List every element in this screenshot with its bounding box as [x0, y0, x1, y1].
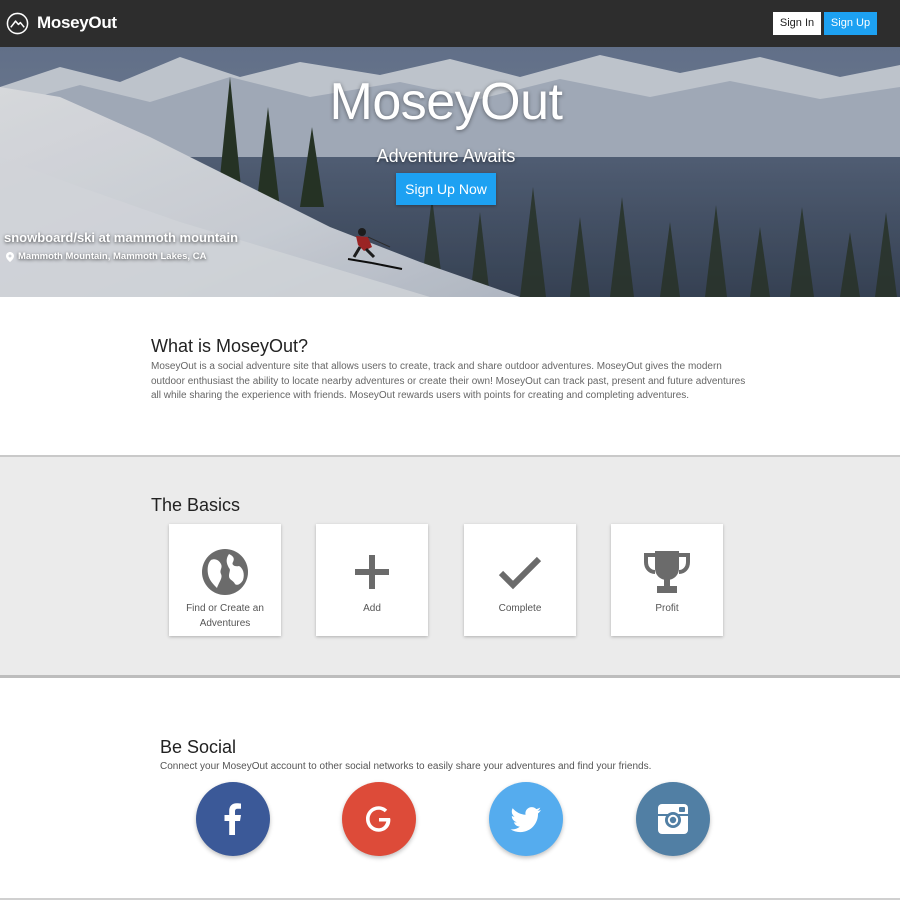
hero-subtitle: Adventure Awaits — [376, 146, 516, 166]
basics-card-label: Profit — [655, 603, 679, 614]
basics-card-label: Add — [363, 603, 381, 614]
sign-in-button[interactable]: Sign In — [773, 12, 821, 35]
facebook-button[interactable] — [196, 782, 270, 856]
brand-name[interactable]: MoseyOut — [37, 13, 117, 33]
trophy-icon — [644, 551, 690, 593]
social-section: Be Social Connect your MoseyOut account … — [0, 678, 900, 900]
basics-card-label: Complete — [498, 603, 542, 614]
about-heading: What is MoseyOut? — [151, 336, 309, 356]
sign-up-now-button[interactable]: Sign Up Now — [396, 173, 496, 205]
instagram-button[interactable] — [636, 782, 710, 856]
twitter-icon — [510, 807, 541, 833]
instagram-icon — [658, 804, 688, 834]
top-navbar: MoseyOut Sign In Sign Up — [0, 0, 900, 47]
basics-heading: The Basics — [151, 495, 241, 515]
google-button[interactable] — [342, 782, 416, 856]
facebook-icon — [224, 803, 241, 835]
hero-title: MoseyOut — [329, 73, 563, 131]
about-section: What is MoseyOut? MoseyOut is a social a… — [0, 297, 900, 455]
checkmark-icon — [498, 556, 542, 590]
plus-icon — [355, 555, 389, 589]
sign-up-button[interactable]: Sign Up — [824, 12, 877, 35]
photo-caption-title[interactable]: snowboard/ski at mammoth mountain — [4, 230, 238, 245]
basics-card-label: Find or Create an Adventures — [186, 603, 264, 629]
photo-location-text: Mammoth Mountain, Mammoth Lakes, CA — [18, 251, 207, 262]
hero-banner: MoseyOut Adventure Awaits Sign Up Now sn… — [0, 47, 900, 297]
about-body: MoseyOut is a social adventure site that… — [151, 361, 746, 401]
photo-caption-location: Mammoth Mountain, Mammoth Lakes, CA — [6, 251, 206, 262]
map-pin-icon — [6, 251, 14, 262]
basics-card-profit[interactable]: Profit — [611, 524, 723, 636]
twitter-button[interactable] — [489, 782, 563, 856]
basics-section: The Basics Find or Create an Adventures … — [0, 455, 900, 678]
social-heading: Be Social — [160, 737, 237, 757]
globe-icon — [202, 549, 248, 595]
basics-card-add[interactable]: Add — [316, 524, 428, 636]
social-description: Connect your MoseyOut account to other s… — [160, 761, 652, 772]
mountain-circle-icon[interactable] — [6, 12, 29, 35]
google-icon — [366, 806, 391, 832]
basics-card-find[interactable]: Find or Create an Adventures — [169, 524, 281, 636]
basics-card-complete[interactable]: Complete — [464, 524, 576, 636]
